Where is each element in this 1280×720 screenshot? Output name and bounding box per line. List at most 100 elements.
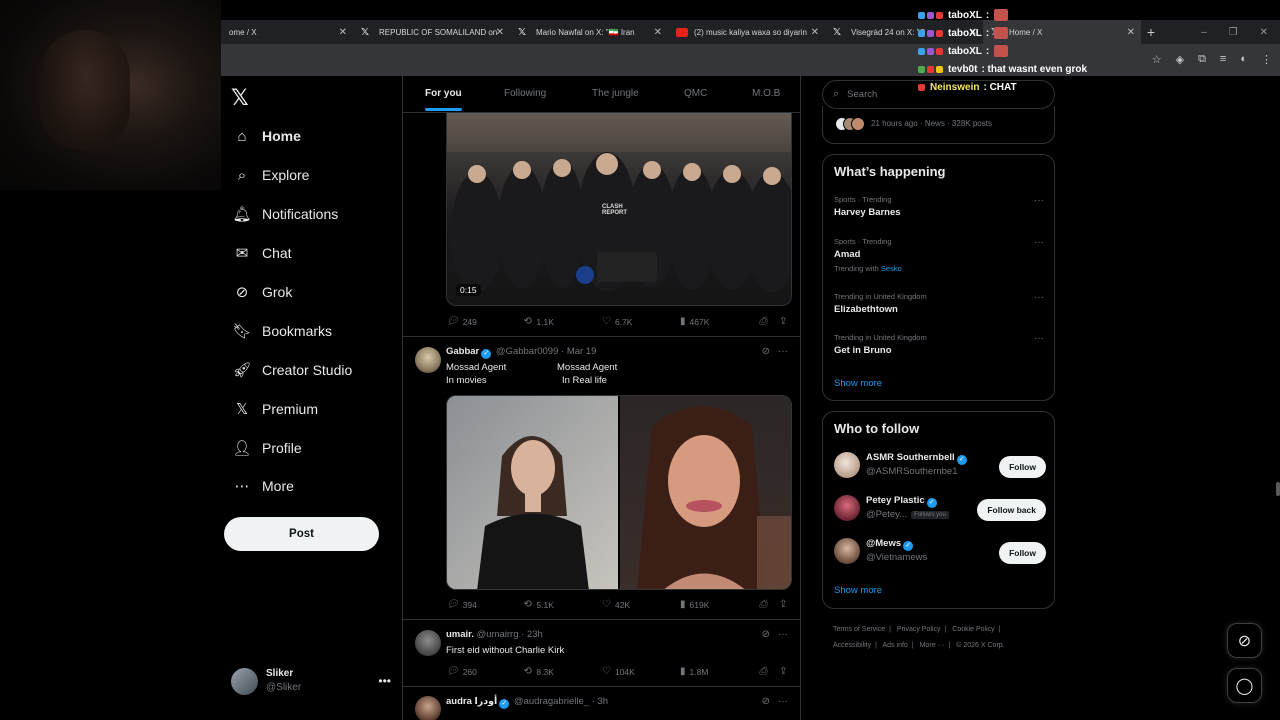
views-button[interactable]: ▮ 467K [680,316,709,327]
more-link[interactable]: More ··· [920,642,945,649]
menu-icon[interactable]: ⋮ [1261,53,1272,66]
grok-icon[interactable]: ⊘ [762,629,770,640]
more-icon[interactable]: ··· [1034,292,1044,303]
show-more-link[interactable]: Show more [834,585,882,596]
maximize-button[interactable]: ❐ [1229,27,1238,38]
accessibility-link[interactable]: Accessibility [833,642,871,649]
bookmark-button[interactable]: ⎙ [759,599,767,610]
more-icon[interactable]: ··· [778,629,788,640]
nav-item-notifications[interactable]: 🔔︎ Notifications [232,202,338,226]
more-icon[interactable]: ••• [378,674,391,688]
post-author-handle[interactable]: @umairrg [477,629,519,640]
messages-fab-button[interactable]: ◯ [1227,668,1262,703]
post-author-handle[interactable]: @audragabrielle_ [514,696,589,707]
follow-suggestion[interactable]: ASMR Southernbell ✓ @ASMRSouthernbe1 Foll… [834,452,1046,482]
bookmark-button[interactable]: ⎙ [759,666,767,677]
share-button[interactable]: ⇪ [779,599,787,610]
trend-item[interactable]: Sports · Trending Harvey Barnes ··· [834,195,1044,218]
more-icon[interactable]: ··· [1034,195,1044,206]
extension-icon[interactable]: ◈ [1176,53,1184,66]
tab-for-you[interactable]: For you [425,88,462,111]
tab-qmc[interactable]: QMC [684,88,707,99]
account-switcher[interactable]: Sliker @Sliker ••• [231,666,391,696]
post-author-name[interactable]: audra أودرا [446,696,497,707]
more-icon[interactable]: ··· [1034,237,1044,248]
minimize-button[interactable]: – [1201,27,1207,38]
scrollbar[interactable] [1276,482,1280,496]
reply-button[interactable]: 💬︎ 394 [446,599,477,610]
terms-link[interactable]: Terms of Service [833,626,885,633]
more-icon[interactable]: ··· [778,696,788,707]
more-icon[interactable]: ··· [1034,333,1044,344]
grok-icon[interactable]: ⊘ [762,696,770,707]
follow-back-button[interactable]: Follow back [977,499,1046,521]
like-button[interactable]: ♡ 104K [602,666,635,677]
views-button[interactable]: ▮ 1.8M [680,666,708,677]
profile-icon[interactable]: ◐ [1240,53,1247,66]
close-icon[interactable]: ✕ [811,27,819,38]
grok-fab-button[interactable]: ⊘ [1227,623,1262,658]
puzzle-icon[interactable]: ⧉ [1198,53,1206,66]
nav-item-grok[interactable]: ⊘ Grok [232,280,293,304]
x-logo-icon[interactable]: 𝕏 [231,85,249,111]
close-icon[interactable]: ✕ [339,27,347,38]
nav-item-bookmarks[interactable]: 🔖︎ Bookmarks [232,319,332,343]
post-date[interactable]: · 23h [521,629,543,640]
repost-button[interactable]: ⟲ 1.1K [524,316,554,327]
tab-following[interactable]: Following [504,88,546,99]
post-author-name[interactable]: Gabbar [446,346,479,357]
browser-tab[interactable]: 𝕏 Mario Nawfal on X: "🇮🇷 Iran ✕ [510,20,668,44]
post-author-handle[interactable]: @Gabbar0099 [496,346,558,357]
new-tab-button[interactable]: + [1141,24,1161,40]
browser-tab[interactable]: ome / X ✕ [221,20,353,44]
tab-the-jungle[interactable]: The jungle [592,88,639,99]
star-icon[interactable]: ☆ [1152,53,1162,66]
grok-icon[interactable]: ⊘ [762,346,770,357]
avatar[interactable] [415,347,441,373]
browser-tab[interactable]: 𝕏 REPUBLIC OF SOMALILAND on ✕ [353,20,510,44]
avatar[interactable] [415,696,441,720]
share-button[interactable]: ⇪ [779,666,787,677]
tab-mob[interactable]: M.O.B [752,88,780,99]
nav-item-chat[interactable]: ✉ Chat [232,241,292,265]
like-button[interactable]: ♡ 6.7K [602,316,632,327]
post-images[interactable] [446,395,792,590]
bookmark-button[interactable]: ⎙ [759,316,767,327]
trend-item[interactable]: Trending in United Kingdom Elizabethtown… [834,292,1044,315]
browser-tab[interactable]: (2) music kaliya waxa so diyarin ✕ [668,20,825,44]
nav-item-premium[interactable]: 𝕏 Premium [232,397,318,421]
share-button[interactable]: ⇪ [779,316,787,327]
follow-button[interactable]: Follow [999,456,1046,478]
news-item[interactable]: 21 hours ago · News · 328K posts [822,106,1055,144]
follow-suggestion[interactable]: Petey Plastic ✓ @Petey... Follows you Foll… [834,495,1046,525]
privacy-link[interactable]: Privacy Policy [897,626,941,633]
close-icon[interactable]: ✕ [496,27,504,38]
close-window-button[interactable]: ✕ [1260,27,1268,38]
trend-link[interactable]: Sesko [881,264,902,273]
ads-info-link[interactable]: Ads info [883,642,908,649]
like-button[interactable]: ♡ 42K [602,599,630,610]
post-video[interactable]: CLASH REPORT 0:15 [446,112,792,306]
nav-item-profile[interactable]: 👤︎ Profile [232,436,301,460]
follow-button[interactable]: Follow [999,542,1046,564]
media-icon[interactable]: ≡ [1220,53,1226,66]
post-date[interactable]: · Mar 19 [561,346,596,357]
repost-button[interactable]: ⟲ 8.3K [524,666,554,677]
nav-item-explore[interactable]: ⌕ Explore [232,163,310,187]
reply-button[interactable]: 💬︎ 249 [446,316,477,327]
post-date[interactable]: · 3h [592,696,608,707]
cookie-link[interactable]: Cookie Policy [952,626,994,633]
nav-item-more[interactable]: ⋯ More [232,474,294,498]
post-author-name[interactable]: umair. [446,629,474,640]
trend-item[interactable]: Trending in United Kingdom Get in Bruno … [834,333,1044,356]
post-button[interactable]: Post [224,517,379,551]
reply-button[interactable]: 💬︎ 260 [446,666,477,677]
show-more-link[interactable]: Show more [834,378,882,389]
repost-button[interactable]: ⟲ 5.1K [524,599,554,610]
close-icon[interactable]: ✕ [654,27,662,38]
follow-suggestion[interactable]: @Mews ✓ @Vietnamews Follow [834,538,1046,568]
views-button[interactable]: ▮ 619K [680,599,709,610]
more-icon[interactable]: ··· [778,346,788,357]
avatar[interactable] [415,630,441,656]
trend-item[interactable]: Sports · Trending Amad Trending with Ses… [834,237,1044,273]
